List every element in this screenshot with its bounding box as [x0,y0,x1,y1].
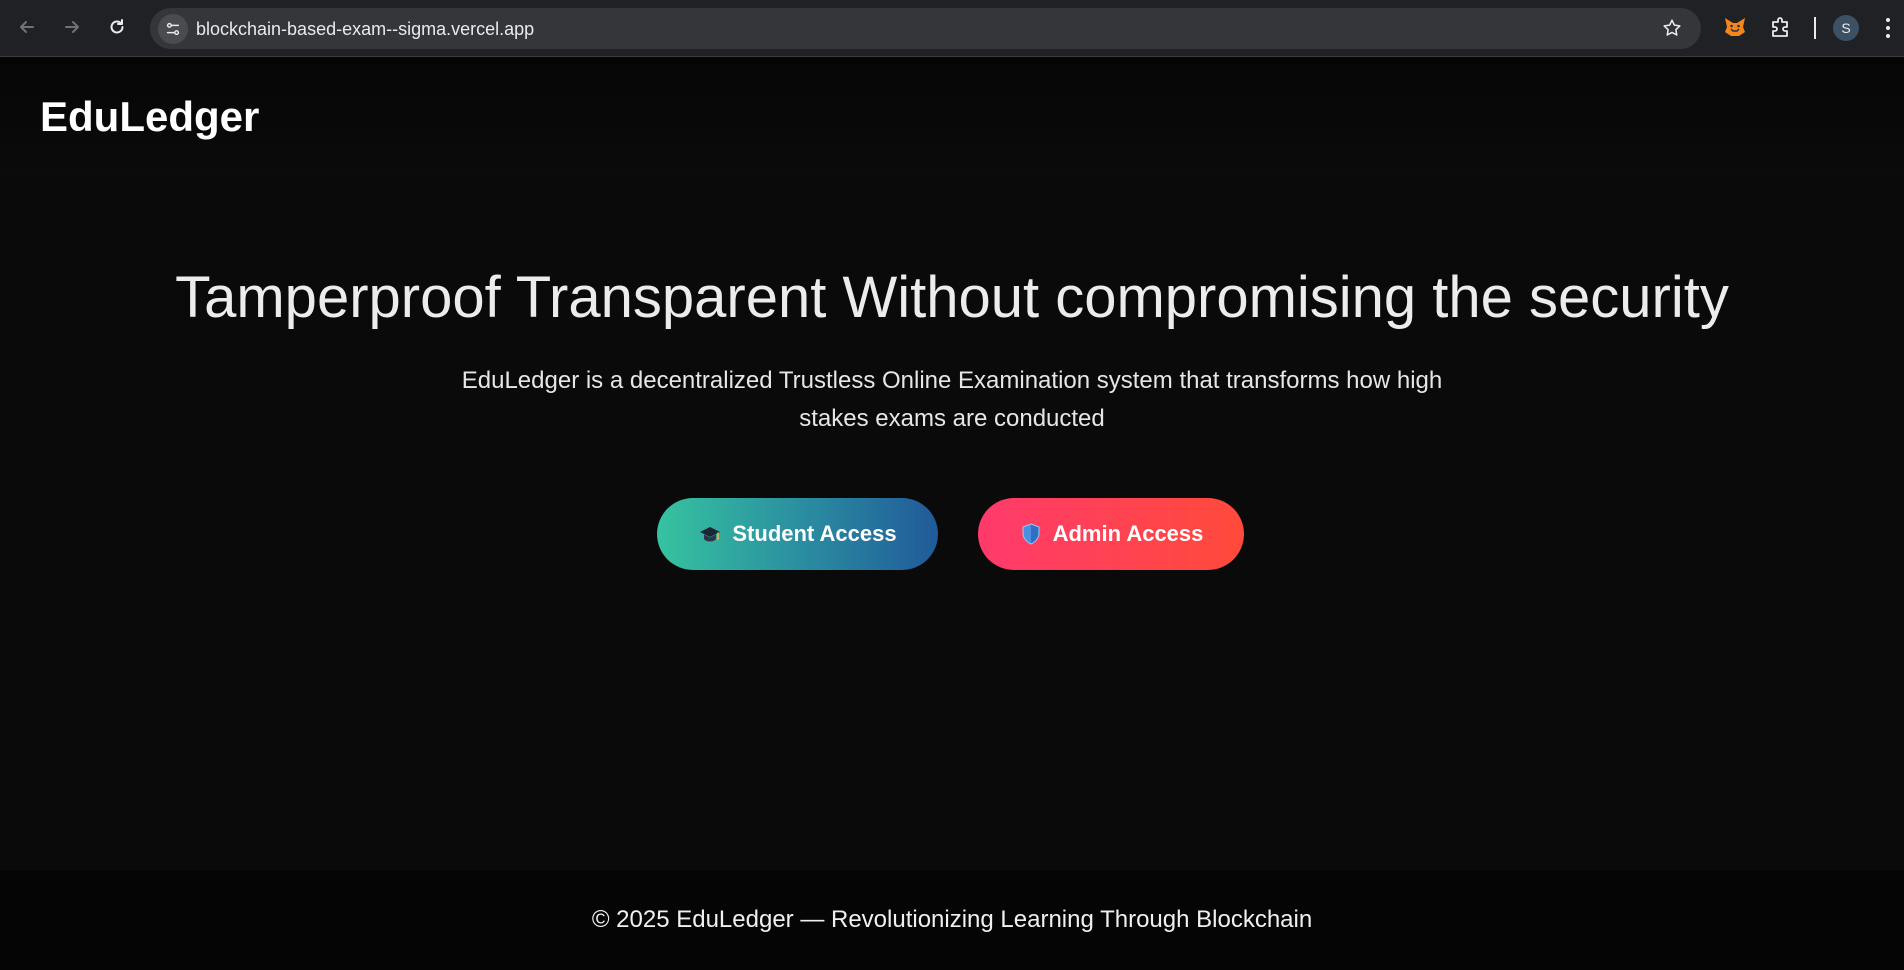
extensions-puzzle-icon[interactable] [1768,14,1794,40]
student-access-button[interactable]: Student Access [657,498,938,570]
reload-button[interactable] [103,13,131,41]
forward-button[interactable] [58,13,86,41]
admin-access-button[interactable]: Admin Access [978,498,1244,570]
browser-menu-button[interactable] [1880,14,1896,42]
tune-icon [166,22,180,36]
arrow-right-icon [65,21,79,33]
footer-copyright: © 2025 EduLedger — Revolutionizing Learn… [591,906,1313,933]
student-access-label: Student Access [732,521,897,546]
site-header: EduLedger [0,57,1904,175]
arrow-left-icon [20,21,34,33]
shield-icon [1019,522,1043,546]
site-info-button[interactable] [158,14,188,44]
hero-subtitle: EduLedger is a decentralized Trustless O… [461,367,1443,432]
profile-avatar[interactable]: S [1833,15,1859,41]
bookmark-star-icon[interactable] [1661,17,1683,39]
dot-icon [1886,34,1890,38]
site-footer: © 2025 EduLedger — Revolutionizing Learn… [0,870,1904,970]
dot-icon [1886,18,1890,22]
back-button[interactable] [13,13,41,41]
hero-title: Tamperproof Transparent Without compromi… [175,265,1729,330]
metamask-fox-icon[interactable] [1722,14,1748,40]
graduation-cap-icon [698,522,722,546]
page-content: EduLedger Tamperproof Transparent Withou… [0,57,1904,970]
address-bar[interactable]: blockchain-based-exam--sigma.vercel.app [150,8,1701,49]
url-text[interactable]: blockchain-based-exam--sigma.vercel.app [196,19,534,40]
toolbar-divider [1814,17,1816,39]
brand-logo[interactable]: EduLedger [40,93,259,141]
admin-access-label: Admin Access [1052,521,1204,546]
browser-toolbar: blockchain-based-exam--sigma.vercel.app … [0,0,1904,57]
reload-icon [110,19,124,34]
dot-icon [1886,26,1890,30]
